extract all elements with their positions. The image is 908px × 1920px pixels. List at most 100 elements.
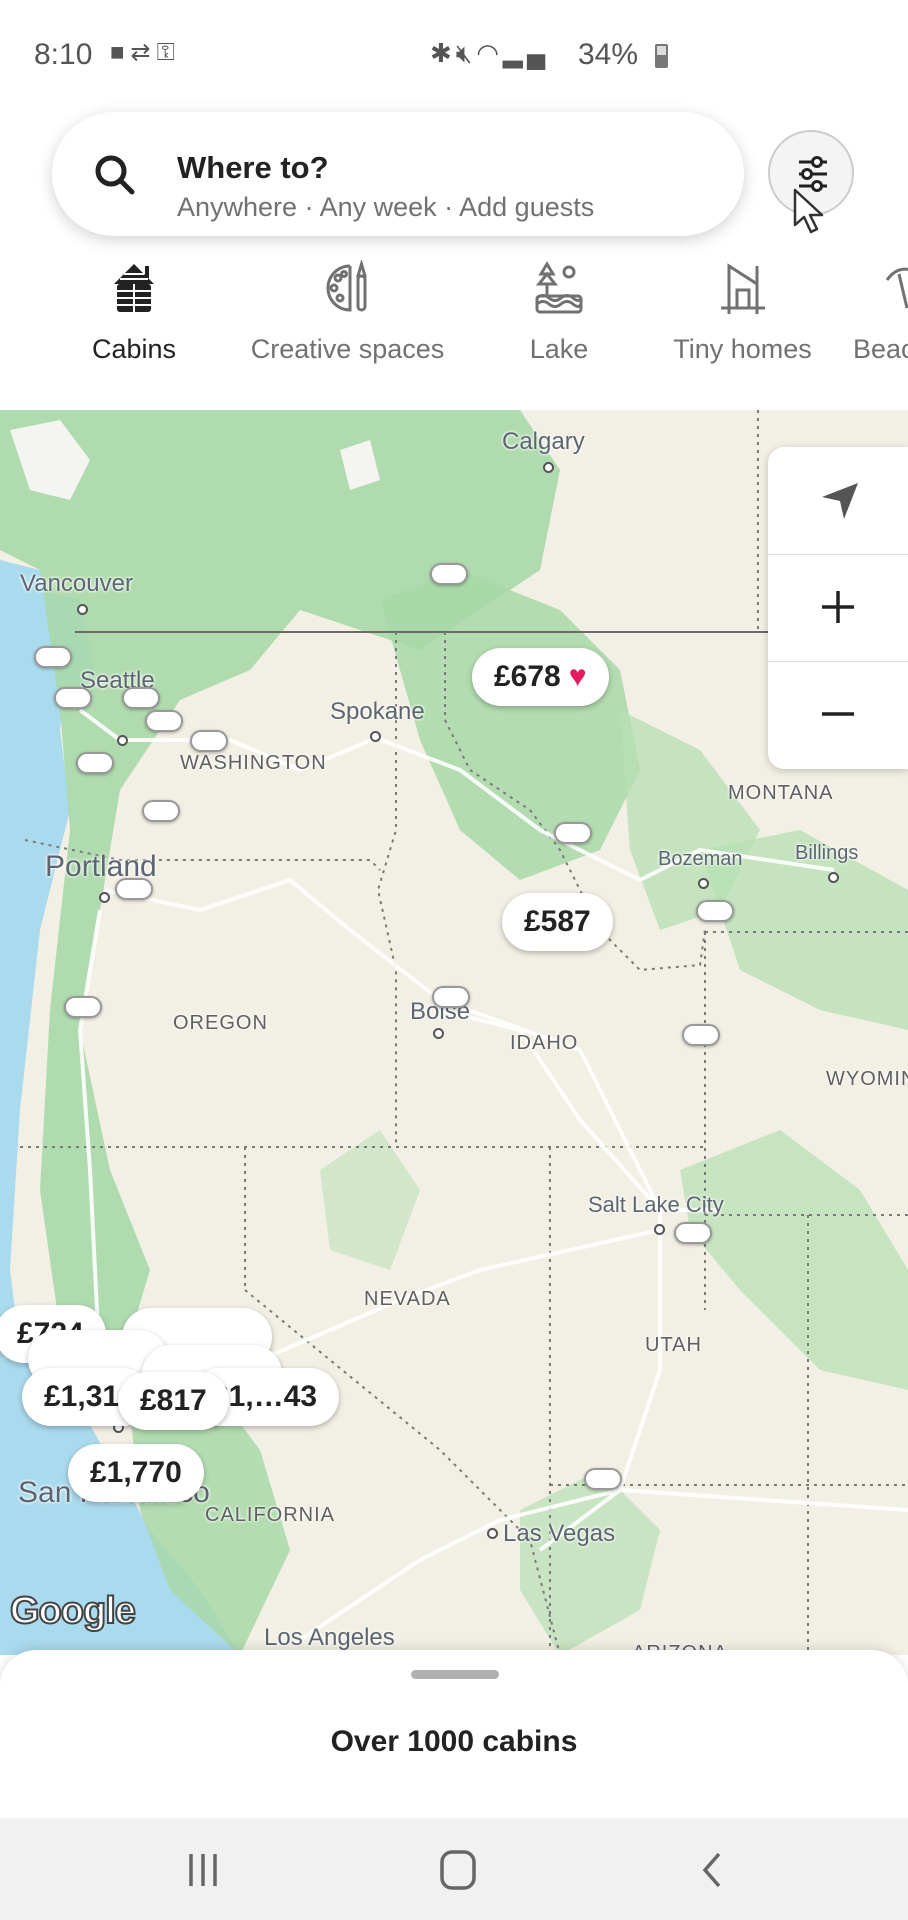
map-pin-unpriced[interactable]	[76, 752, 114, 774]
city-marker	[117, 735, 128, 746]
wifi-icon: ◠	[476, 38, 503, 68]
search-subtitle: Anywhere · Any week · Add guests	[177, 192, 595, 222]
beach-icon	[885, 267, 908, 309]
video-icon: ■	[110, 39, 131, 66]
map-pin-unpriced[interactable]	[54, 687, 92, 709]
tab-tiny-homes[interactable]: Tiny homes	[665, 260, 820, 410]
price-pin[interactable]: £817	[118, 1372, 229, 1430]
bluetooth-icon: ✱	[430, 38, 456, 68]
navigation-arrow-icon	[822, 483, 858, 519]
tiny-home-icon	[720, 263, 765, 314]
map-view[interactable]: Calgary Vancouver Seattle Spokane WASHIN…	[0, 410, 908, 1655]
system-nav-bar	[0, 1818, 908, 1920]
zoom-out-button[interactable]	[768, 661, 908, 768]
price-text: £817	[140, 1384, 207, 1417]
price-pin[interactable]: £587	[502, 893, 613, 951]
map-label-montana: MONTANA	[728, 782, 834, 804]
minus-icon	[822, 712, 854, 716]
status-right-icons: ✱🔇︎◠▂▄	[430, 38, 549, 70]
map-label-utah: UTAH	[645, 1334, 702, 1356]
map-pin-unpriced[interactable]	[122, 687, 160, 709]
price-pin[interactable]: £678 ♥	[472, 648, 609, 706]
home-button[interactable]	[428, 1848, 488, 1892]
map-label-las-vegas: Las Vegas	[503, 1520, 616, 1547]
map-label-wyoming: WYOMING	[826, 1068, 908, 1090]
map-pin-unpriced[interactable]	[64, 996, 102, 1018]
category-tabs: Cabins Creative spaces Lake Tiny homes B…	[0, 260, 908, 414]
status-time: 8:10	[34, 38, 93, 71]
tab-cabins[interactable]: Cabins	[88, 260, 180, 414]
plus-icon	[822, 591, 854, 623]
status-bar: 8:10 ■⇄⚿ ✱🔇︎◠▂▄ 34%	[0, 0, 908, 95]
map-pin-unpriced[interactable]	[584, 1468, 622, 1490]
map-pin-unpriced[interactable]	[115, 878, 153, 900]
zoom-in-button[interactable]	[768, 554, 908, 661]
map-label-vancouver: Vancouver	[20, 570, 133, 597]
map-label-los-angeles: Los Angeles	[264, 1624, 395, 1651]
mute-icon: 🔇︎	[455, 38, 477, 68]
price-text: £1,770	[90, 1456, 182, 1489]
battery-percent: 34%	[578, 38, 639, 71]
city-marker	[698, 878, 709, 889]
lake-icon	[535, 261, 583, 314]
drag-handle[interactable]	[411, 1670, 499, 1679]
map-pin-unpriced[interactable]	[696, 900, 734, 922]
cabin-icon	[114, 264, 154, 312]
price-text: £678	[494, 660, 561, 693]
tab-creative-spaces[interactable]: Creative spaces	[240, 260, 455, 410]
results-sheet[interactable]: Over 1000 cabins	[0, 1650, 908, 1818]
sync-icon: ⇄	[130, 39, 157, 66]
tab-label: Tiny homes	[673, 334, 812, 364]
header: Where to? Anywhere · Any week · Add gues…	[0, 95, 908, 414]
map-label-salt-lake-city: Salt Lake City	[588, 1192, 724, 1217]
search-icon	[95, 155, 135, 195]
map-label-billings: Billings	[795, 842, 859, 864]
map-pin-unpriced[interactable]	[190, 730, 228, 752]
status-left-icons: ■⇄⚿	[110, 38, 181, 67]
map-label-bozeman: Bozeman	[658, 848, 743, 870]
map-controls	[768, 447, 908, 769]
map-pin-unpriced[interactable]	[554, 822, 592, 844]
map-label-california: CALIFORNIA	[205, 1504, 336, 1526]
city-marker	[828, 872, 839, 883]
map-label-idaho: IDAHO	[510, 1032, 579, 1054]
battery-icon	[655, 44, 668, 68]
tab-beach[interactable]: Beach	[853, 260, 908, 410]
city-marker	[77, 604, 88, 615]
search-bar[interactable]: Where to? Anywhere · Any week · Add gues…	[52, 112, 744, 236]
city-marker	[543, 462, 554, 473]
tab-label: Lake	[529, 334, 589, 364]
results-count: Over 1000 cabins	[330, 1725, 578, 1758]
locate-me-button[interactable]	[768, 447, 908, 554]
city-marker	[99, 892, 110, 903]
map-pin-unpriced[interactable]	[142, 800, 180, 822]
tab-label: Cabins	[91, 334, 177, 364]
signal-icon: ▂▄	[502, 38, 550, 68]
map-pin-unpriced[interactable]	[145, 710, 183, 732]
map-pin-unpriced[interactable]	[432, 986, 470, 1008]
recent-apps-button[interactable]	[175, 1848, 235, 1892]
tab-lake[interactable]: Lake	[520, 260, 598, 410]
home-icon	[440, 1850, 476, 1890]
map-pin-unpriced[interactable]	[34, 646, 72, 668]
palette-icon	[326, 260, 367, 312]
map-label-oregon: OREGON	[173, 1012, 268, 1034]
vpn-key-icon: ⚿	[156, 39, 181, 66]
map-pin-unpriced[interactable]	[682, 1024, 720, 1046]
google-logo: Google	[9, 1589, 137, 1633]
tab-label: Creative spaces	[250, 334, 445, 364]
map-pin-unpriced[interactable]	[674, 1222, 712, 1244]
price-text: £587	[524, 905, 591, 938]
city-marker	[487, 1528, 498, 1539]
mouse-cursor-icon	[793, 188, 824, 234]
city-marker	[433, 1028, 444, 1039]
recent-apps-icon	[189, 1854, 217, 1886]
back-icon	[702, 1852, 721, 1888]
back-button[interactable]	[683, 1848, 743, 1892]
map-pin-unpriced[interactable]	[430, 563, 468, 585]
city-marker	[370, 731, 381, 742]
map-label-nevada: NEVADA	[364, 1288, 451, 1310]
price-pin[interactable]: £1,770	[68, 1444, 204, 1502]
map-label-calgary: Calgary	[502, 428, 585, 455]
tab-label: Beach	[853, 334, 908, 364]
